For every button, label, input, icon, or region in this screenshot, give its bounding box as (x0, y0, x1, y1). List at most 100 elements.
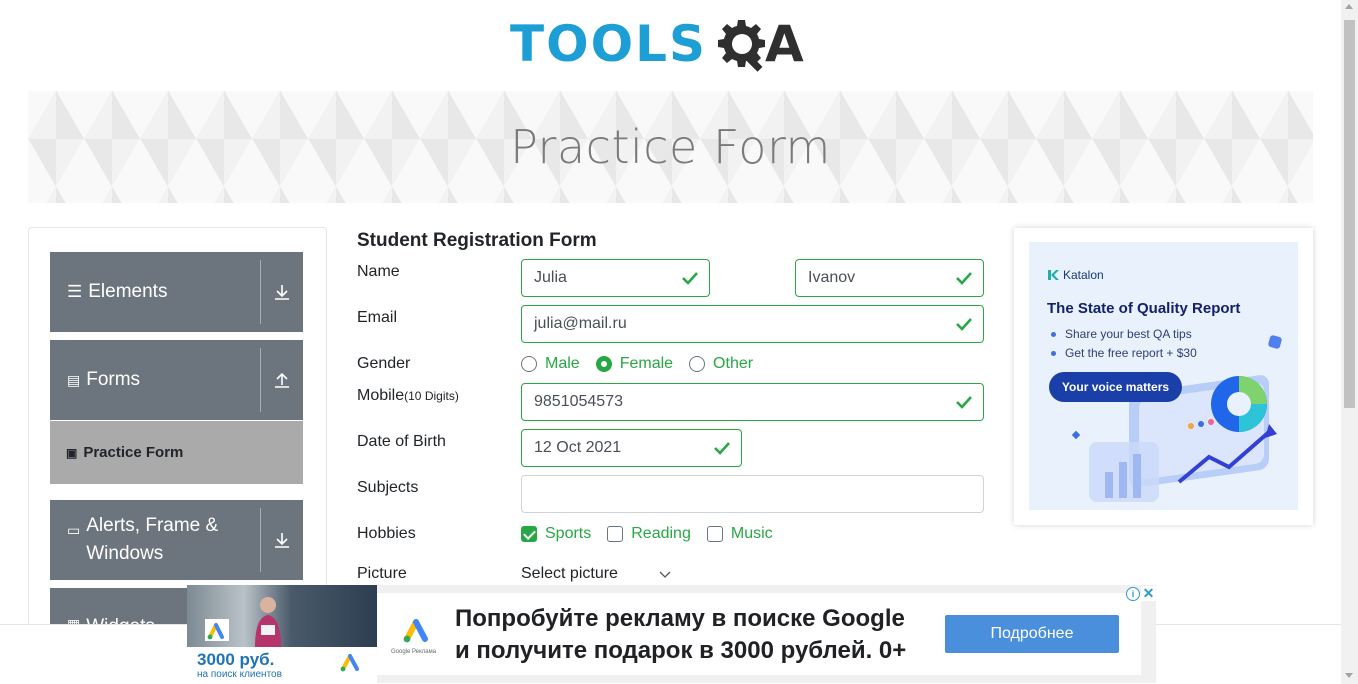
close-icon[interactable]: ✕ (1141, 585, 1156, 601)
email-value: julia@mail.ru (534, 315, 627, 332)
ad-price: 3000 руб. (197, 650, 275, 669)
checkbox[interactable] (607, 526, 624, 542)
mobile-hint: (10 Digits) (404, 389, 459, 403)
hobby-option-reading[interactable]: Reading (607, 525, 691, 543)
dob-label: Date of Birth (357, 433, 446, 450)
google-ads-logo-icon (340, 654, 359, 672)
document-icon: ▤ (67, 371, 81, 388)
vertical-scrollbar[interactable] (1341, 0, 1358, 684)
info-icon[interactable]: i (1126, 587, 1140, 601)
ad-cta-button[interactable]: Your voice matters (1049, 372, 1182, 402)
gender-radio-group: Male Female Other (521, 355, 769, 373)
subjects-input[interactable] (521, 475, 984, 513)
chevron-down-icon (659, 571, 671, 578)
valid-check-icon (956, 396, 972, 409)
ad-headline: Попробуйте рекламу в поиске Google и пол… (455, 603, 906, 667)
google-ads-logo-icon (205, 619, 229, 641)
page-icon: ▣ (66, 445, 78, 460)
date-of-birth-input[interactable]: 12 Oct 2021 (521, 429, 742, 467)
picture-label: Picture (357, 565, 407, 582)
mobile-value: 9851054573 (534, 393, 623, 410)
valid-check-icon (682, 272, 698, 285)
download-arrow-icon[interactable] (261, 252, 303, 332)
hobby-option-sports[interactable]: Sports (521, 525, 591, 543)
hobby-option-music[interactable]: Music (706, 525, 773, 543)
gear-icon (718, 20, 765, 72)
form-heading: Student Registration Form (357, 230, 597, 251)
mobile-label: Mobile(10 Digits) (357, 387, 459, 405)
valid-check-icon (956, 272, 972, 285)
window-icon: ▭ (67, 522, 81, 538)
gender-option-female[interactable]: Female (595, 355, 674, 373)
scroll-thumb[interactable] (1344, 20, 1355, 408)
valid-check-icon (956, 318, 972, 331)
sidebar-group-elements[interactable]: ☰ Elements (50, 252, 303, 332)
gender-label: Gender (357, 355, 411, 372)
ad-bullet: Get the free report + $30 (1051, 346, 1197, 360)
mobile-input[interactable]: 9851054573 (521, 383, 984, 421)
ad-title: The State of Quality Report (1047, 300, 1241, 317)
page-title: Practice Form (510, 120, 831, 174)
ad-headline-line: и получите подарок в 3000 рублей. 0+ (455, 637, 907, 664)
download-arrow-icon[interactable] (261, 500, 303, 580)
page-banner: Practice Form (28, 91, 1313, 203)
katalon-ad[interactable]: Katalon The State of Quality Report Shar… (1014, 228, 1313, 525)
gender-option-other[interactable]: Other (689, 355, 753, 373)
select-picture-button[interactable]: Select picture (521, 565, 672, 583)
ad-logo-caption: Google Реклама (391, 649, 437, 655)
ad-photo: 3000 руб. на поиск клиентов (187, 585, 377, 683)
last-name-input[interactable]: Ivanov (795, 259, 984, 297)
gender-option-male[interactable]: Male (521, 355, 580, 373)
hamburger-icon: ☰ (67, 282, 83, 301)
sidebar-item-label: Practice Form (83, 444, 184, 461)
radio-button[interactable] (689, 356, 706, 372)
sidebar-item-practice-form[interactable]: ▣ Practice Form (50, 421, 303, 484)
radio-label: Female (619, 355, 674, 372)
upload-arrow-icon[interactable] (261, 340, 303, 420)
hobbies-label: Hobbies (357, 525, 416, 542)
person-photo-icon (255, 597, 281, 647)
checkbox-checked[interactable] (521, 526, 537, 542)
toolsqa-logo[interactable]: TOOLS A (510, 6, 840, 82)
katalon-logo-icon (1048, 270, 1059, 280)
dob-value: 12 Oct 2021 (534, 439, 622, 456)
ad-bullet: Share your best QA tips (1051, 327, 1192, 341)
email-input[interactable]: julia@mail.ru (521, 305, 984, 343)
hobbies-checkbox-group: Sports Reading Music (521, 525, 789, 543)
radio-label: Other (713, 355, 754, 372)
radio-label: Male (545, 355, 580, 372)
checkbox-label: Sports (545, 525, 592, 542)
ad-more-button[interactable]: Подробнее (945, 615, 1119, 653)
katalon-brand-text: Katalon (1063, 268, 1104, 282)
email-label: Email (357, 309, 398, 326)
checkbox-label: Music (730, 525, 773, 542)
radio-button[interactable] (521, 356, 537, 372)
katalon-brand: Katalon (1047, 268, 1104, 282)
valid-check-icon (714, 442, 730, 455)
sidebar-group-label: Alerts, Frame & Windows (86, 515, 219, 564)
first-name-value: Julia (534, 269, 567, 286)
google-ads-logo-icon (403, 619, 428, 643)
first-name-input[interactable]: Julia (521, 259, 710, 297)
sidebar: ☰ Elements ▤ Forms ▣ Practice Form ▭ Ale… (28, 227, 327, 627)
select-picture-label: Select picture (521, 565, 618, 582)
subjects-label: Subjects (357, 479, 419, 496)
scroll-up-icon[interactable] (1345, 4, 1353, 9)
name-label: Name (357, 263, 400, 280)
logo-text-a: A (765, 15, 804, 73)
checkbox-label: Reading (631, 525, 691, 542)
google-ads-banner[interactable]: 3000 руб. на поиск клиентов Google Рекла… (187, 585, 1156, 683)
mobile-label-text: Mobile (357, 387, 405, 404)
checkbox[interactable] (706, 526, 723, 542)
logo-text: TOOLS (510, 15, 707, 73)
last-name-value: Ivanov (808, 269, 856, 286)
sidebar-group-label: Elements (88, 281, 168, 302)
radio-button-selected[interactable] (595, 356, 612, 372)
cube-icon (1268, 335, 1282, 349)
sidebar-group-alerts[interactable]: ▭ Alerts, Frame & Windows (50, 500, 303, 580)
ad-headline-line: Попробуйте рекламу в поиске Google (455, 605, 905, 632)
sidebar-group-label: Forms (86, 369, 141, 390)
ad-price-subtitle: на поиск клиентов (197, 669, 282, 680)
sidebar-group-forms[interactable]: ▤ Forms (50, 340, 303, 420)
scroll-down-icon[interactable] (1345, 673, 1353, 678)
